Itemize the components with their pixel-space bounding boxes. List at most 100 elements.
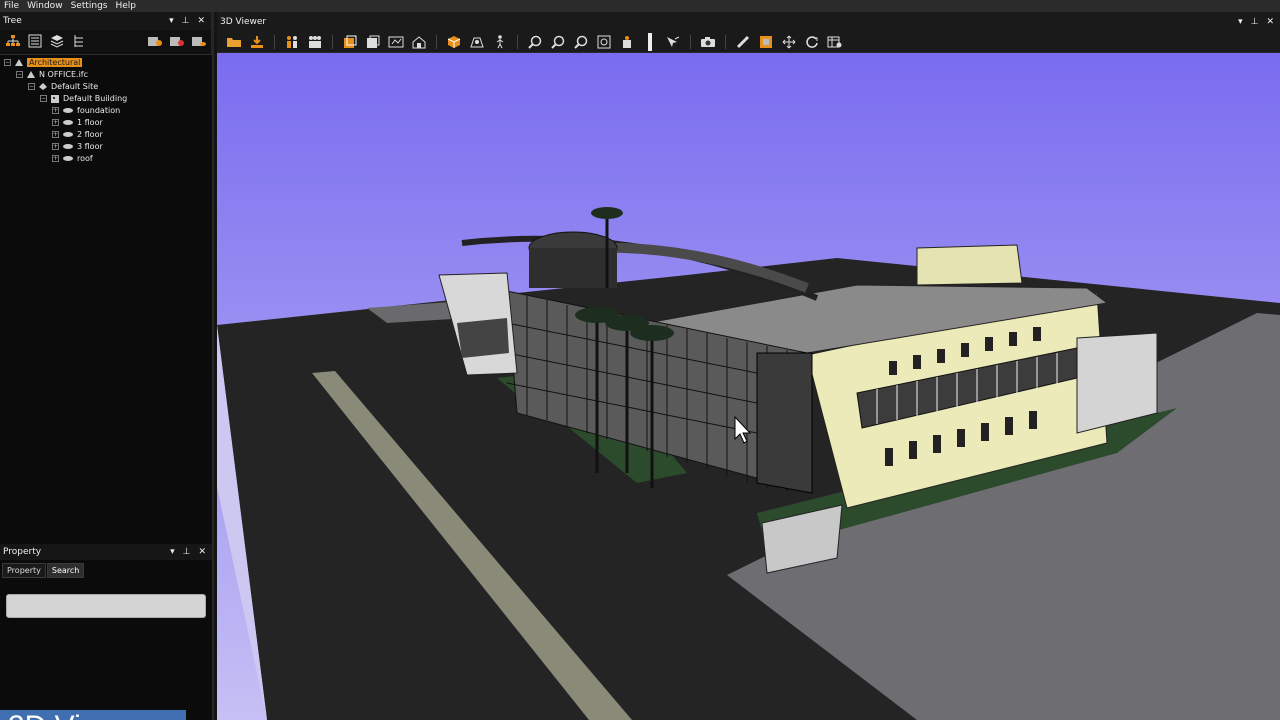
property-tabs: Property Search <box>0 560 212 578</box>
expand-icon[interactable]: + <box>52 130 59 138</box>
tree-panel-title: Tree <box>3 16 22 26</box>
tree-node-3-floor[interactable]: + 3 floor <box>52 140 103 152</box>
paint-bucket-icon[interactable] <box>618 34 636 50</box>
tree-panel-header: Tree ▾ ⊥ ✕ <box>0 12 211 30</box>
visibility-icon[interactable] <box>190 33 208 49</box>
list-icon[interactable] <box>26 33 44 49</box>
camera-icon[interactable] <box>699 34 717 50</box>
filter-remove-icon[interactable] <box>168 33 186 49</box>
zoom-extents-icon[interactable] <box>595 34 613 50</box>
dropdown-icon[interactable]: ▾ <box>1238 17 1243 27</box>
file-icon <box>27 70 35 78</box>
pin-icon[interactable]: ⊥ <box>183 547 191 557</box>
viewer-toolbar <box>217 31 1280 53</box>
project-icon <box>15 58 23 66</box>
walk-icon[interactable] <box>491 34 509 50</box>
site-icon <box>39 82 47 90</box>
expand-icon[interactable]: + <box>52 106 59 114</box>
video-caption: 3D Viewer <box>0 710 186 720</box>
zoom-in-icon[interactable] <box>526 34 544 50</box>
storey-icon <box>63 119 73 125</box>
tree-node-foundation[interactable]: + foundation <box>52 104 120 116</box>
close-icon[interactable]: ✕ <box>1266 17 1274 27</box>
expand-icon[interactable]: + <box>52 154 59 162</box>
expand-icon[interactable]: + <box>52 142 59 150</box>
storey-icon <box>63 143 73 149</box>
person-group-icon[interactable] <box>283 34 301 50</box>
menu-file[interactable]: File <box>0 0 23 12</box>
pin-icon[interactable]: ⊥ <box>182 16 190 26</box>
property-panel: Property ▾ ⊥ ✕ Property Search <box>0 544 212 720</box>
properties-grid-icon[interactable] <box>826 34 844 50</box>
caption-text: 3D Viewer <box>8 712 146 720</box>
storey-icon <box>63 155 73 161</box>
corner-tower <box>756 352 813 494</box>
menu-window[interactable]: Window <box>23 0 67 12</box>
tree-node-ifc-file[interactable]: − N OFFICE.ifc <box>16 68 88 80</box>
left-wing-windows <box>457 318 509 358</box>
toolbar-separator <box>517 34 518 49</box>
toolbar-separator <box>725 34 726 49</box>
people-icon[interactable] <box>306 34 324 50</box>
rotunda-wall <box>529 248 617 288</box>
layers-icon[interactable] <box>48 33 66 49</box>
plan-view-icon[interactable] <box>468 34 486 50</box>
section-box-icon[interactable] <box>387 34 405 50</box>
download-icon[interactable] <box>248 34 266 50</box>
menu-bar: File Window Settings Help <box>0 0 1280 12</box>
building-icon <box>51 94 59 103</box>
tree-node-site[interactable]: − Default Site <box>28 80 98 92</box>
zoom-out-icon[interactable] <box>549 34 567 50</box>
toolbar-separator <box>436 34 437 49</box>
rooftop-unit <box>916 244 1023 286</box>
viewer-panel: 3D Viewer ▾ ⊥ ✕ <box>217 12 1280 720</box>
tree-node-1-floor[interactable]: + 1 floor <box>52 116 103 128</box>
box-orange-icon[interactable] <box>341 34 359 50</box>
toolbar-separator <box>690 34 691 49</box>
property-panel-header: Property ▾ ⊥ ✕ <box>0 544 212 560</box>
left-dock: Tree ▾ ⊥ ✕ − Architectural − N OFFICE.if… <box>0 12 214 720</box>
toolbar-separator <box>332 34 333 49</box>
3d-viewport[interactable] <box>217 53 1280 720</box>
tab-property[interactable]: Property <box>2 563 46 578</box>
storey-icon <box>63 131 73 137</box>
hierarchy-icon[interactable] <box>4 33 22 49</box>
menu-settings[interactable]: Settings <box>67 0 112 12</box>
expand-icon[interactable]: + <box>52 118 59 126</box>
transparency-slider-icon[interactable] <box>641 32 659 51</box>
filter-icon[interactable] <box>146 33 164 49</box>
tree-node-2-floor[interactable]: + 2 floor <box>52 128 103 140</box>
tree-node-architectural[interactable]: − Architectural <box>4 56 83 68</box>
3d-cube-icon[interactable] <box>445 34 463 50</box>
open-folder-icon[interactable] <box>225 34 243 50</box>
collapse-icon[interactable]: − <box>4 58 11 66</box>
box-copy-icon[interactable] <box>364 34 382 50</box>
collapse-icon[interactable]: − <box>28 82 35 90</box>
viewer-header: 3D Viewer ▾ ⊥ ✕ <box>217 12 1280 31</box>
texture-icon[interactable] <box>757 34 775 50</box>
3d-scene[interactable] <box>217 53 1280 720</box>
orbit-rotate-icon[interactable] <box>803 34 821 50</box>
property-panel-title: Property <box>3 547 42 557</box>
dropdown-icon[interactable]: ▾ <box>169 16 174 26</box>
dropdown-icon[interactable]: ▾ <box>170 547 175 557</box>
close-icon[interactable]: ✕ <box>198 547 206 557</box>
select-tool-icon[interactable] <box>664 34 682 50</box>
tree-node-building[interactable]: − Default Building <box>40 92 127 104</box>
menu-help[interactable]: Help <box>111 0 140 12</box>
close-icon[interactable]: ✕ <box>197 16 205 26</box>
collapse-icon[interactable]: − <box>40 94 47 102</box>
storey-icon <box>63 107 73 113</box>
collapse-icon[interactable]: − <box>16 70 23 78</box>
pan-move-icon[interactable] <box>780 34 798 50</box>
home-view-icon[interactable] <box>410 34 428 50</box>
tab-search[interactable]: Search <box>46 563 85 578</box>
pin-icon[interactable]: ⊥ <box>1251 17 1259 27</box>
property-search-field[interactable] <box>6 594 206 618</box>
tree-node-roof[interactable]: + roof <box>52 152 93 164</box>
tree-view-icon[interactable] <box>70 33 88 49</box>
tree-toolbar <box>0 30 211 52</box>
measure-icon[interactable] <box>734 34 752 50</box>
zoom-fit-icon[interactable] <box>572 34 590 50</box>
viewer-title: 3D Viewer <box>220 16 267 27</box>
